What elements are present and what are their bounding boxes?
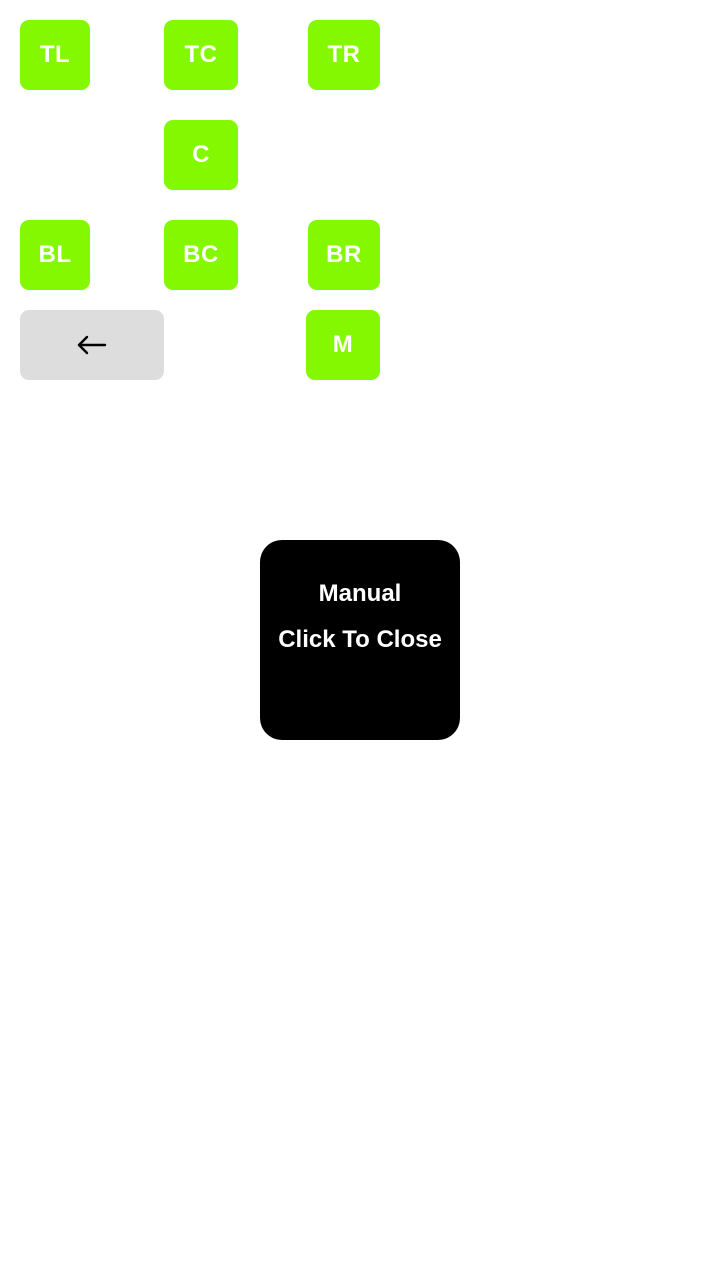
arrow-left-icon xyxy=(77,335,107,355)
popup-title: Manual xyxy=(318,580,402,607)
bottom-right-button[interactable]: BR xyxy=(308,220,380,290)
popup-close-hint: Click To Close xyxy=(278,626,442,653)
manual-popup[interactable]: Manual Click To Close xyxy=(260,540,460,740)
screen: TL TC TR C BL BC BR M Manual Click To Cl… xyxy=(0,0,720,1280)
center-button[interactable]: C xyxy=(164,120,238,190)
top-left-button[interactable]: TL xyxy=(20,20,90,90)
top-right-button[interactable]: TR xyxy=(308,20,380,90)
manual-button[interactable]: M xyxy=(306,310,380,380)
bottom-left-button[interactable]: BL xyxy=(20,220,90,290)
top-center-button[interactable]: TC xyxy=(164,20,238,90)
bottom-center-button[interactable]: BC xyxy=(164,220,238,290)
back-button[interactable] xyxy=(20,310,164,380)
